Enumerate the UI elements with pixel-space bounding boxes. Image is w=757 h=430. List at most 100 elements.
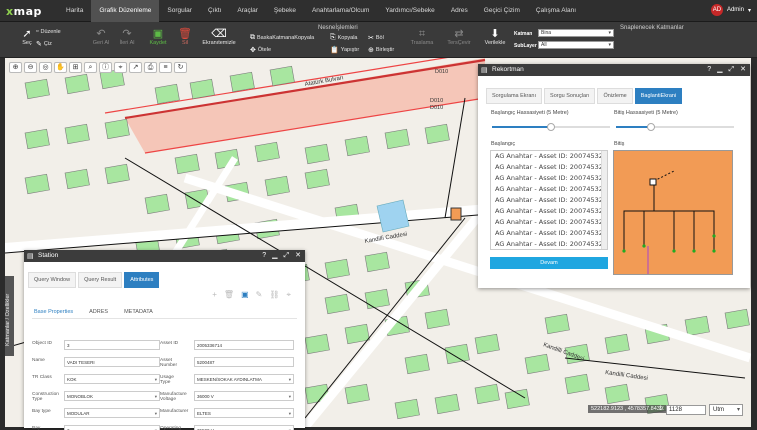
search-icon[interactable]: ⌕ (84, 62, 97, 73)
rekortman-tab[interactable]: Sorgulama Ekranı (486, 88, 543, 104)
building-shape[interactable] (304, 168, 330, 190)
add-icon[interactable]: + (212, 290, 217, 300)
field-input[interactable]: VADI TESERI (64, 357, 160, 367)
delete-button[interactable]: 🗑 Sil (178, 28, 192, 46)
reverse-button[interactable]: ⇄ TersÇevir (442, 28, 476, 46)
clear-screen-button[interactable]: ⌫ Ekranıtemizle (198, 28, 240, 46)
field-input[interactable]: KOK ▾ (64, 374, 160, 384)
building-shape[interactable] (474, 333, 500, 355)
expand-icon[interactable]: ⤢ (729, 64, 735, 76)
field-input[interactable]: ELTES ▾ (194, 408, 294, 418)
merge-button[interactable]: ⊕ Birleştir (368, 46, 394, 54)
data-add-button[interactable]: ⬇ Verilekle (482, 28, 508, 46)
scale-input[interactable]: 1128 (666, 405, 706, 415)
menu-item[interactable]: Adres (443, 0, 476, 22)
building-shape[interactable] (324, 293, 350, 315)
building-shape[interactable] (269, 65, 295, 87)
building-shape[interactable] (604, 333, 630, 355)
building-shape[interactable] (229, 71, 255, 93)
start-precision-slider[interactable] (492, 123, 610, 131)
close-icon[interactable]: ✕ (295, 250, 301, 262)
pan-icon[interactable]: ✋ (54, 62, 67, 73)
building-shape[interactable] (64, 123, 90, 145)
list-item[interactable]: AG Anahtar - Asset ID: 2007453222 (491, 195, 607, 206)
list-item[interactable]: AG Anahtar - Asset ID: 2007453219 (491, 239, 607, 249)
building-shape[interactable] (424, 123, 450, 145)
menu-item[interactable]: Yardımcı/Sebeke (377, 0, 442, 22)
building-shape[interactable] (24, 128, 50, 150)
menu-item[interactable]: Anahtarlama/Olcum (304, 0, 377, 22)
building-shape[interactable] (344, 323, 370, 345)
menu-item[interactable]: Şebeke (266, 0, 304, 22)
building-shape[interactable] (64, 168, 90, 190)
station-tab[interactable]: Query Window (28, 272, 77, 288)
list-item[interactable]: AG Anahtar - Asset ID: 2007453220 (491, 206, 607, 217)
building-shape[interactable] (564, 373, 590, 395)
projection-select[interactable]: Utm ▾ (709, 404, 743, 416)
building-shape[interactable] (524, 353, 550, 375)
start-list[interactable]: AG Anahtar - Asset ID: 2007453213 AG Anah… (490, 150, 608, 250)
building-shape[interactable] (264, 175, 290, 197)
end-precision-slider[interactable] (616, 123, 734, 131)
building-shape[interactable] (604, 383, 630, 405)
station-tab[interactable]: Query Result (78, 272, 123, 288)
slider-handle[interactable] (547, 123, 555, 131)
building-shape[interactable] (304, 333, 330, 355)
copy-button[interactable]: ⎘ Kopyala (330, 34, 358, 42)
extent-icon[interactable]: ◎ (39, 62, 52, 73)
building-shape[interactable] (684, 315, 710, 337)
undo-button[interactable]: ↶ Geri Al (92, 28, 110, 46)
field-input[interactable]: 2005336714 (194, 340, 294, 350)
zoom-box-icon[interactable]: ⊞ (69, 62, 82, 73)
user-menu[interactable]: AD Admin ▾ (710, 4, 751, 16)
info-icon[interactable]: ⓘ (99, 62, 112, 73)
menu-item[interactable]: Geçici Çizim (476, 0, 528, 22)
rekortman-tab[interactable]: BaglantiEkrani (634, 88, 683, 104)
minimize-icon[interactable]: ▁ (272, 250, 277, 262)
refresh-icon[interactable]: ↻ (174, 62, 187, 73)
zoom-out-icon[interactable]: ⊖ (24, 62, 37, 73)
building-shape[interactable] (404, 353, 430, 375)
menu-item[interactable]: Çıktı (200, 0, 229, 22)
select-button[interactable]: ➚ Seç (18, 28, 36, 46)
building-shape[interactable] (24, 173, 50, 195)
building-shape[interactable] (394, 398, 420, 420)
edit-button[interactable]: ▫ Düzenle (36, 28, 61, 35)
offset-button[interactable]: ✥ Ötele (250, 46, 271, 54)
copy-to-layer-button[interactable]: ⧉ BaskaKatmanaKopyala (250, 34, 314, 42)
continue-button[interactable]: Devam (490, 257, 608, 269)
menu-item[interactable]: Çalışma Alanı (528, 0, 584, 22)
building-shape[interactable] (504, 388, 530, 410)
sublayer-select[interactable]: All ▾ (538, 41, 614, 49)
field-input[interactable]: MONOBLOK ▾ (64, 391, 160, 401)
building-shape[interactable] (144, 193, 170, 215)
building-shape[interactable] (344, 383, 370, 405)
scrollbar[interactable] (601, 151, 607, 249)
building-shape[interactable] (254, 141, 280, 163)
split-button[interactable]: ✂ Böl (368, 34, 384, 42)
end-preview-map[interactable] (613, 150, 733, 275)
pin-icon[interactable]: ⌖ (286, 290, 291, 300)
save-button[interactable]: ▣ Kaydet (148, 28, 168, 46)
building-shape[interactable] (154, 83, 180, 105)
field-input[interactable]: 3▾ (64, 425, 160, 430)
building-shape[interactable] (474, 383, 500, 405)
station-tab[interactable]: Attributes (124, 272, 160, 288)
building-shape[interactable] (189, 78, 215, 100)
close-icon[interactable]: ✕ (740, 64, 746, 76)
edit-icon[interactable]: ✎ (256, 290, 263, 300)
layers-icon[interactable]: ≡ (159, 62, 172, 73)
minimize-icon[interactable]: ▁ (717, 64, 722, 76)
building-shape[interactable] (104, 118, 130, 140)
field-input[interactable]: 5200487 (194, 357, 294, 367)
rekortman-tab[interactable]: Önizleme (597, 88, 633, 104)
paste-button[interactable]: 📋 Yapıştır (330, 46, 359, 54)
zoom-in-icon[interactable]: ⊕ (9, 62, 22, 73)
field-input[interactable]: 36000 V ▾ (194, 391, 294, 401)
link-icon[interactable]: ⛓ (269, 290, 279, 300)
help-icon[interactable]: ? (707, 64, 711, 76)
menu-item[interactable]: Grafik Düzenleme (91, 0, 160, 22)
building-shape[interactable] (344, 135, 370, 157)
building-shape[interactable] (384, 128, 410, 150)
list-item[interactable]: AG Anahtar - Asset ID: 2007453212 (491, 217, 607, 228)
